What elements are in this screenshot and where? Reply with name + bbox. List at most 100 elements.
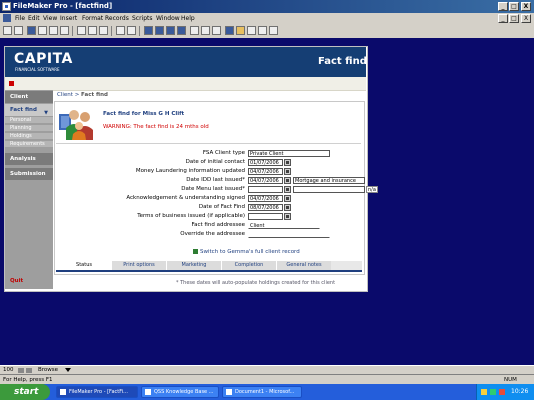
doc-restore-button[interactable]: □	[509, 14, 519, 23]
tray-icon[interactable]	[499, 389, 505, 395]
layout-icon[interactable]	[144, 26, 153, 35]
word-icon	[226, 389, 232, 395]
taskbar-item-word[interactable]: Document1 - Microsof...	[222, 386, 302, 398]
show-all-icon[interactable]	[212, 26, 221, 35]
menu-format[interactable]: Format	[82, 13, 103, 24]
import-icon[interactable]	[247, 26, 256, 35]
copy-icon[interactable]	[88, 26, 97, 35]
menu-view[interactable]: View	[43, 13, 57, 24]
age-warning: WARNING: The fact find is 24 mths old	[103, 124, 209, 130]
sidebar-item-submission[interactable]: Submission	[5, 168, 53, 180]
menu-type-field[interactable]	[293, 186, 365, 193]
field-label-date-of-fact-find: Date of Fact Find	[198, 204, 245, 210]
tab-marketing[interactable]: Marketing	[166, 261, 221, 270]
table-view-icon[interactable]	[155, 26, 164, 35]
calendar-icon[interactable]	[284, 213, 291, 220]
menu-window[interactable]: Window	[156, 13, 180, 24]
sidebar-subitem-requirements[interactable]: Requirements	[5, 141, 53, 148]
menu-help[interactable]: Help	[181, 13, 195, 24]
zoom-in-icon[interactable]	[26, 368, 32, 373]
print-preview-icon[interactable]	[49, 26, 58, 35]
doc-close-button[interactable]: X	[521, 14, 531, 23]
idd-issued-date-field[interactable]: 04/07/2006	[248, 177, 283, 184]
sidebar-subitem-personal[interactable]: Personal	[5, 117, 53, 124]
database-icon[interactable]	[236, 26, 245, 35]
taskbar-item-label: FileMaker Pro - [FactFi...	[69, 389, 128, 395]
app-top-strip	[5, 77, 366, 91]
acknowledgement-date-field[interactable]: 04/07/2006	[248, 195, 283, 202]
switch-client-record-link[interactable]: Switch to Gemma's full client record	[200, 249, 300, 255]
tray-icon[interactable]	[481, 389, 487, 395]
menu-file[interactable]: File	[15, 13, 25, 24]
switch-icon[interactable]	[193, 249, 198, 254]
menu-edit[interactable]: Edit	[28, 13, 40, 24]
calendar-icon[interactable]	[284, 186, 291, 193]
calendar-icon[interactable]	[284, 204, 291, 211]
calendar-icon[interactable]	[284, 195, 291, 202]
new-window-icon[interactable]	[225, 26, 234, 35]
money-laundering-date-field[interactable]: 04/07/2006	[248, 168, 283, 175]
maximize-button[interactable]: □	[509, 2, 519, 11]
tray-icon[interactable]	[490, 389, 496, 395]
sidebar-item-analysis[interactable]: Analysis	[5, 153, 53, 165]
paste-icon[interactable]	[99, 26, 108, 35]
close-button[interactable]: X	[521, 2, 531, 11]
sidebar-subitem-holdings[interactable]: Holdings	[5, 133, 53, 140]
field-label-initial-contact: Date of initial contact	[185, 159, 245, 165]
fact-find-date-field[interactable]: 08/07/2006	[248, 204, 283, 211]
breadcrumb-separator: >	[74, 92, 80, 98]
tab-completion[interactable]: Completion	[221, 261, 276, 270]
find-icon[interactable]	[201, 26, 210, 35]
minimize-button[interactable]: _	[498, 2, 508, 11]
doc-minimize-button[interactable]: _	[498, 14, 508, 23]
sidebar-subitem-planning[interactable]: Planning	[5, 125, 53, 132]
calendar-icon[interactable]	[284, 177, 291, 184]
redo-icon[interactable]	[127, 26, 136, 35]
tab-status[interactable]: Status	[56, 261, 111, 270]
taskbar-item-filemaker[interactable]: FileMaker Pro - [FactFi...	[56, 386, 138, 398]
chevron-down-icon[interactable]	[65, 368, 71, 373]
list-view-icon[interactable]	[166, 26, 175, 35]
menu-insert[interactable]: Insert	[60, 13, 77, 24]
form-view-icon[interactable]	[177, 26, 186, 35]
brand-subtitle: FINANCIAL SOFTWARE	[15, 67, 60, 72]
open-icon[interactable]	[14, 26, 23, 35]
print-icon[interactable]	[38, 26, 47, 35]
taskbar-item-qss[interactable]: QSS Knowledge Base ...	[141, 386, 219, 398]
tab-general-notes[interactable]: General notes	[276, 261, 331, 270]
idd-type-field[interactable]: Mortgage and insurance	[293, 177, 365, 184]
auto-populate-note: * These dates will auto-populate holding…	[176, 280, 336, 286]
menu-issued-date-field[interactable]	[248, 186, 283, 193]
menu-bar: File Edit View Insert Format Records Scr…	[0, 13, 534, 24]
menu-na-field[interactable]: n/a	[366, 186, 378, 193]
calendar-icon[interactable]	[284, 159, 291, 166]
new-record-icon[interactable]	[27, 26, 36, 35]
new-icon[interactable]	[3, 26, 12, 35]
start-button[interactable]: start	[0, 384, 50, 400]
help-icon[interactable]	[269, 26, 278, 35]
sidebar-item-client[interactable]: Client	[5, 91, 53, 103]
quit-button[interactable]: Quit	[5, 275, 53, 287]
sort-icon[interactable]	[190, 26, 199, 35]
undo-icon[interactable]	[116, 26, 125, 35]
breadcrumb-client-link[interactable]: Client	[57, 92, 73, 98]
export-icon[interactable]	[258, 26, 267, 35]
calendar-icon[interactable]	[284, 168, 291, 175]
cut-icon[interactable]	[77, 26, 86, 35]
addressee-field[interactable]: Client	[248, 222, 320, 229]
fsa-client-type-field[interactable]: Private Client	[248, 150, 330, 157]
document-icon[interactable]	[3, 14, 11, 22]
field-label-fsa-client-type: FSA Client type	[202, 150, 245, 156]
terms-of-business-date-field[interactable]	[248, 213, 283, 220]
sidebar-item-fact-find[interactable]: Fact find ▼	[5, 104, 53, 116]
tab-print-options[interactable]: Print options	[111, 261, 166, 270]
menu-records[interactable]: Records	[105, 13, 129, 24]
stop-icon[interactable]	[9, 81, 14, 86]
zoom-out-icon[interactable]	[18, 368, 24, 373]
initial-contact-date-field[interactable]: 01/07/2006	[248, 159, 283, 166]
spellcheck-icon[interactable]	[60, 26, 69, 35]
override-addressee-field[interactable]	[248, 231, 330, 238]
menu-scripts[interactable]: Scripts	[132, 13, 153, 24]
field-label-menu-issued: Date Menu last issued*	[181, 186, 245, 192]
factfind-heading: Fact find for Miss G H Clift	[103, 111, 185, 117]
